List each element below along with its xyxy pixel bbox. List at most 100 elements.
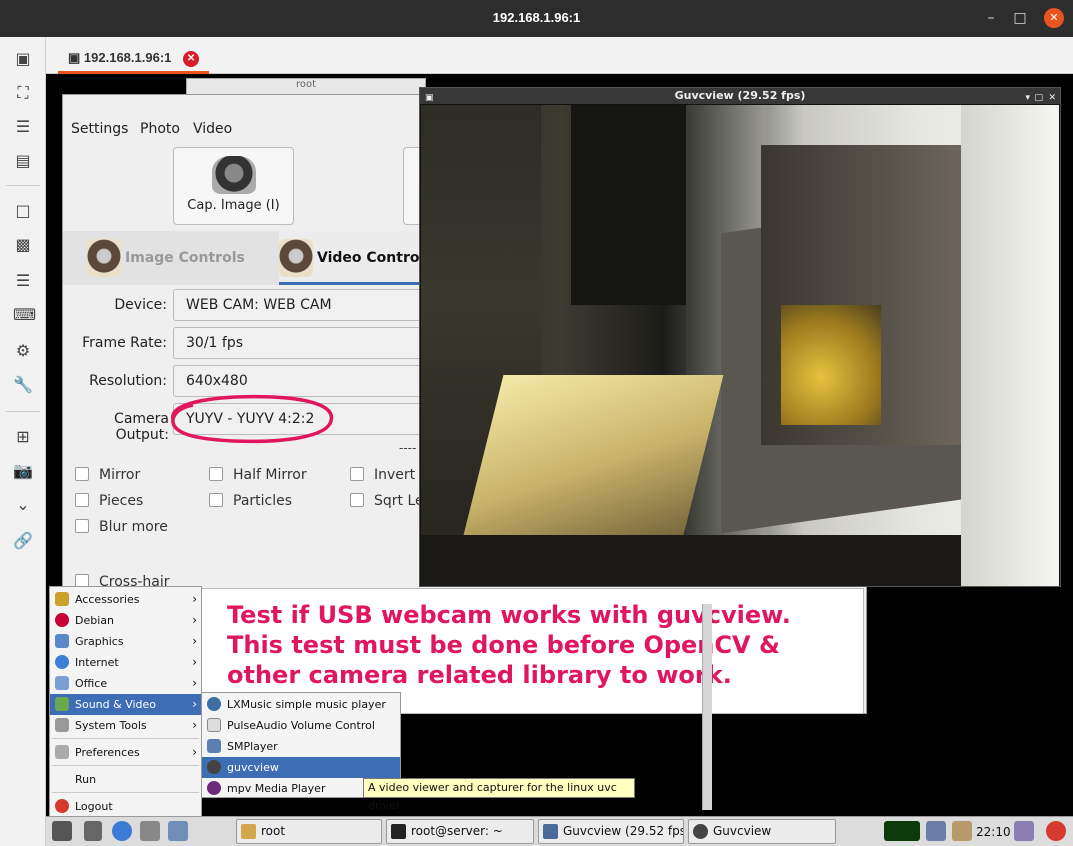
minimize-icon[interactable]: ▾: [1025, 90, 1030, 106]
remote-desktop[interactable]: root Settings Photo Video Cap. Image (I)…: [46, 74, 1073, 846]
menu-bar: Settings Photo Video: [63, 117, 423, 141]
fit-screen-icon[interactable]: ▣: [13, 49, 33, 69]
menu-item-system-tools[interactable]: System Tools ›: [50, 715, 201, 736]
volume-icon: [207, 718, 221, 732]
webcam-icon: [693, 824, 708, 839]
maximize-button[interactable]: □: [1010, 8, 1030, 28]
close-button[interactable]: ✕: [1044, 8, 1064, 28]
link-icon[interactable]: 🔗: [13, 531, 33, 551]
menu-item-logout[interactable]: Logout: [50, 796, 201, 817]
terminal-scrollbar[interactable]: [702, 604, 712, 810]
tooltip: A video viewer and capturer for the linu…: [363, 778, 635, 812]
pieces-checkbox[interactable]: Pieces: [75, 493, 143, 509]
terminal-icon[interactable]: [168, 821, 188, 841]
cpu-monitor-icon: [884, 821, 920, 841]
menu-item-run[interactable]: Run: [50, 769, 201, 790]
window-menu-icon[interactable]: ▣: [425, 90, 434, 106]
red-circle-annotation: [171, 394, 334, 444]
expand-icon[interactable]: ▩: [13, 235, 33, 255]
menu-item-debian[interactable]: Debian ›: [50, 610, 201, 631]
task-root[interactable]: root: [236, 819, 382, 844]
window-titlebar: 192.168.1.96:1 – □ ✕: [0, 0, 1073, 37]
start-menu-icon[interactable]: [52, 821, 72, 841]
menu-item-accessories[interactable]: Accessories ›: [50, 589, 201, 610]
invert-checkbox[interactable]: Invert: [350, 467, 415, 483]
task-guvcview-video[interactable]: Guvcview (29.52 fps): [538, 819, 684, 844]
caption-line-3: other camera related library to work.: [227, 661, 732, 689]
tab-image-controls[interactable]: Image Controls: [87, 231, 245, 285]
system-tools-icon: [55, 718, 69, 732]
device-select[interactable]: WEB CAM: WEB CAM: [173, 289, 433, 321]
music-icon: [207, 697, 221, 711]
guvcview-video-window[interactable]: Guvcview (29.52 fps) ▣ ▾ □ ✕: [419, 87, 1061, 587]
minimize-button[interactable]: –: [981, 8, 1001, 28]
power-icon[interactable]: [1046, 821, 1066, 841]
menu-item-office[interactable]: Office ›: [50, 673, 201, 694]
window-title: 192.168.1.96:1: [492, 10, 581, 25]
fullscreen-icon[interactable]: ⛶: [13, 83, 33, 103]
task-terminal[interactable]: root@server: ~: [386, 819, 534, 844]
webcam-icon: [211, 156, 256, 194]
terminal-icon: [391, 824, 406, 839]
folder-icon: [241, 824, 256, 839]
add-icon[interactable]: ⊞: [13, 427, 33, 447]
maximize-icon[interactable]: □: [1034, 90, 1043, 106]
wrench-icon[interactable]: 🔧: [13, 375, 33, 395]
half-mirror-checkbox[interactable]: Half Mirror: [209, 467, 307, 483]
tab-connection[interactable]: ▣ 192.168.1.96:1 ✕: [58, 41, 210, 74]
clipboard-icon[interactable]: [952, 821, 972, 841]
window-icon: [543, 824, 558, 839]
menu-item-sound-video[interactable]: Sound & Video ›: [50, 694, 201, 715]
lock-icon[interactable]: [1014, 821, 1034, 841]
menu-settings[interactable]: Settings: [71, 121, 128, 137]
camera-icon[interactable]: 📷: [13, 461, 33, 481]
graphics-icon: [55, 634, 69, 648]
window-icon[interactable]: ▤: [13, 151, 33, 171]
globe-icon: [55, 655, 69, 669]
submenu-smplayer[interactable]: SMPlayer: [202, 736, 400, 757]
file-manager-icon[interactable]: [140, 821, 160, 841]
mirror-checkbox[interactable]: Mirror: [75, 467, 140, 483]
resolution-label: Resolution:: [89, 373, 167, 389]
menu-video[interactable]: Video: [193, 121, 232, 137]
submenu-lxmusic[interactable]: LXMusic simple music player: [202, 694, 400, 715]
settings-icon[interactable]: ⚙: [13, 341, 33, 361]
close-icon[interactable]: ✕: [183, 50, 200, 67]
controls-tabs: Image Controls Video Controls: [63, 231, 429, 285]
sound-video-icon: [55, 697, 69, 711]
menu-item-internet[interactable]: Internet ›: [50, 652, 201, 673]
keyboard-icon[interactable]: ⌨: [13, 305, 36, 325]
browser-icon[interactable]: [112, 821, 132, 841]
tv-icon: [87, 239, 121, 277]
frame-rate-label: Frame Rate:: [82, 335, 167, 351]
submenu-pulseaudio[interactable]: PulseAudio Volume Control: [202, 715, 400, 736]
logout-icon: [55, 799, 69, 813]
menu-icon[interactable]: ☰: [13, 117, 33, 137]
chevron-down-icon[interactable]: ⌄: [13, 495, 33, 515]
tab-video-controls[interactable]: Video Controls: [279, 231, 429, 285]
monitor-icon: ▣: [68, 50, 81, 65]
network-icon[interactable]: [926, 821, 946, 841]
smplayer-icon: [207, 739, 221, 753]
submenu-guvcview[interactable]: guvcview: [202, 757, 400, 778]
sqrt-lens-checkbox[interactable]: Sqrt Le: [350, 493, 424, 509]
start-menu: Accessories › Debian › Graphics › Internet ›…: [49, 586, 202, 818]
close-icon[interactable]: ✕: [1048, 90, 1056, 106]
clock[interactable]: 22:10: [976, 817, 1011, 846]
capture-image-button[interactable]: Cap. Image (I): [173, 147, 294, 225]
menu-item-preferences[interactable]: Preferences ›: [50, 742, 201, 763]
taskbar: root root@server: ~ Guvcview (29.52 fps)…: [46, 816, 1073, 846]
scale-icon[interactable]: □: [13, 201, 33, 221]
frame-rate-select[interactable]: 30/1 fps: [173, 327, 433, 359]
menu-photo[interactable]: Photo: [140, 121, 180, 137]
mpv-icon: [207, 781, 221, 795]
task-guvcview[interactable]: Guvcview: [688, 819, 836, 844]
caption-line-2: This test must be done before OpenCV &: [227, 631, 780, 659]
particles-checkbox[interactable]: Particles: [209, 493, 292, 509]
show-desktop-icon[interactable]: [84, 821, 102, 841]
accessories-icon: [55, 592, 69, 606]
menu-item-graphics[interactable]: Graphics ›: [50, 631, 201, 652]
list-icon[interactable]: ☰: [13, 271, 33, 291]
viewer-sidebar: ▣ ⛶ ☰ ▤ □ ▩ ☰ ⌨ ⚙ 🔧 ⊞ 📷 ⌄ 🔗: [0, 37, 46, 846]
blur-more-checkbox[interactable]: Blur more: [75, 519, 168, 535]
